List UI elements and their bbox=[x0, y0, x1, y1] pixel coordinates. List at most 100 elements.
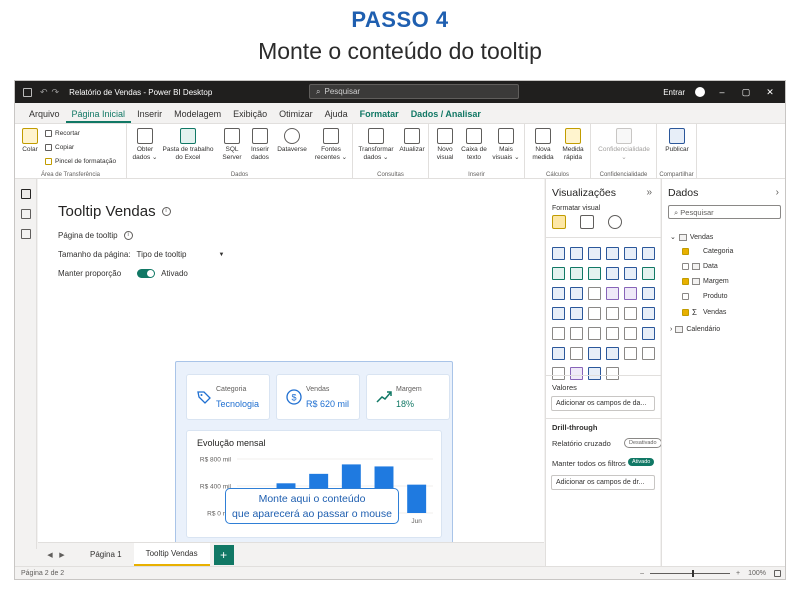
keep-filters-toggle[interactable]: Ativado bbox=[628, 458, 655, 466]
kpi-card-sales[interactable]: $ Vendas R$ 620 mil bbox=[276, 374, 360, 420]
menu-inserir[interactable]: Inserir bbox=[131, 109, 168, 123]
table-view-icon[interactable] bbox=[20, 209, 31, 219]
ribbon-chart-icon[interactable] bbox=[642, 267, 655, 280]
100-column-icon[interactable] bbox=[642, 247, 655, 260]
table-visual-icon[interactable] bbox=[606, 327, 619, 340]
treemap-icon[interactable] bbox=[642, 287, 655, 300]
kpi-card-category[interactable]: Categoria Tecnologia bbox=[186, 374, 270, 420]
tooltip-content-area[interactable]: Categoria Tecnologia $ Vendas R$ 620 mil… bbox=[175, 361, 453, 554]
field-categoria[interactable]: Categoria bbox=[682, 248, 733, 255]
clustered-bar-icon[interactable] bbox=[588, 247, 601, 260]
refresh-button[interactable]: Atualizar bbox=[397, 128, 427, 154]
sql-button[interactable]: SQL Server bbox=[219, 128, 245, 162]
zoom-out-icon[interactable]: – bbox=[640, 570, 644, 577]
field-produto[interactable]: Produto bbox=[682, 293, 728, 300]
page-size-dropdown[interactable]: Tipo de tooltip bbox=[137, 250, 187, 259]
more-visuals-chevron-icon[interactable] bbox=[588, 367, 601, 380]
decomposition-tree-icon[interactable] bbox=[588, 347, 601, 360]
field-margem[interactable]: Margem bbox=[682, 278, 729, 285]
gauge-icon[interactable] bbox=[624, 307, 637, 320]
collapse-icon[interactable]: » bbox=[646, 187, 652, 198]
table-vendas[interactable]: ⌄ Vendas bbox=[670, 233, 713, 241]
get-data-button[interactable]: Obter dados ⌄ bbox=[131, 128, 159, 162]
kpi-card-margin[interactable]: Margem 18% bbox=[366, 374, 450, 420]
map-icon[interactable] bbox=[552, 307, 565, 320]
stacked-column-icon[interactable] bbox=[570, 247, 583, 260]
copy-button[interactable]: Copiar bbox=[45, 144, 74, 151]
prev-page-icon[interactable]: ◀ bbox=[44, 551, 56, 559]
paginated-icon[interactable] bbox=[642, 347, 655, 360]
textbox-button[interactable]: Caixa de texto bbox=[459, 128, 489, 162]
line-clustered-icon[interactable] bbox=[624, 267, 637, 280]
menu-ajuda[interactable]: Ajuda bbox=[319, 109, 354, 123]
100-bar-icon[interactable] bbox=[624, 247, 637, 260]
smart-narrative-icon[interactable] bbox=[624, 347, 637, 360]
stacked-area-icon[interactable] bbox=[588, 267, 601, 280]
funnel-icon[interactable] bbox=[570, 287, 583, 300]
more-visuals-button[interactable]: Mais visuais ⌄ bbox=[491, 128, 521, 162]
clustered-column-icon[interactable] bbox=[606, 247, 619, 260]
field-vendas[interactable]: Σ Vendas bbox=[682, 308, 726, 317]
sensitivity-button[interactable]: Confidencialidade ⌄ bbox=[593, 128, 655, 162]
zoom-thumb[interactable] bbox=[692, 570, 694, 577]
field-data[interactable]: Data bbox=[682, 263, 718, 270]
checkbox-checked[interactable] bbox=[682, 309, 689, 316]
zoom-in-icon[interactable]: + bbox=[736, 570, 740, 577]
cut-button[interactable]: Recortar bbox=[45, 130, 80, 137]
donut-chart-icon[interactable] bbox=[624, 287, 637, 300]
build-visual-icon[interactable] bbox=[552, 215, 566, 229]
menu-pagina-inicial[interactable]: Página Inicial bbox=[65, 109, 132, 123]
analytics-icon[interactable] bbox=[608, 215, 622, 229]
drill-through-well[interactable]: Adicionar os campos de dr... bbox=[551, 475, 655, 490]
python-visual-icon[interactable] bbox=[552, 347, 565, 360]
menu-dados-analisar[interactable]: Dados / Analisar bbox=[405, 109, 487, 123]
menu-arquivo[interactable]: Arquivo bbox=[23, 109, 66, 123]
new-visual-button[interactable]: Novo visual bbox=[433, 128, 457, 162]
model-view-icon[interactable] bbox=[20, 229, 31, 239]
signin-link[interactable]: Entrar bbox=[663, 88, 685, 97]
redo-icon[interactable]: ↷ bbox=[52, 87, 60, 98]
line-chart-icon[interactable] bbox=[552, 267, 565, 280]
close-icon[interactable]: ✕ bbox=[763, 87, 777, 98]
menu-exibicao[interactable]: Exibição bbox=[227, 109, 273, 123]
chevron-right-icon[interactable]: › bbox=[776, 187, 779, 198]
area-chart-icon[interactable] bbox=[570, 267, 583, 280]
pie-chart-icon[interactable] bbox=[606, 287, 619, 300]
filled-map-icon[interactable] bbox=[570, 307, 583, 320]
checkbox-checked[interactable] bbox=[682, 278, 689, 285]
ellipsis-icon[interactable] bbox=[606, 367, 619, 380]
info-icon[interactable]: i bbox=[161, 207, 171, 216]
avatar[interactable] bbox=[695, 87, 705, 97]
key-influencers-icon[interactable] bbox=[570, 347, 583, 360]
r-visual-icon[interactable] bbox=[642, 327, 655, 340]
tab-pagina-1[interactable]: Página 1 bbox=[78, 544, 134, 565]
checkbox[interactable] bbox=[682, 293, 689, 300]
azure-map-icon[interactable] bbox=[606, 307, 619, 320]
dataverse-button[interactable]: Dataverse bbox=[275, 128, 309, 154]
scatter-icon[interactable] bbox=[588, 287, 601, 300]
waterfall-icon[interactable] bbox=[552, 287, 565, 300]
new-measure-button[interactable]: Nova medida bbox=[529, 128, 557, 162]
menu-otimizar[interactable]: Otimizar bbox=[273, 109, 319, 123]
menu-formatar[interactable]: Formatar bbox=[354, 109, 405, 123]
global-search[interactable]: ⌕ Pesquisar bbox=[309, 84, 519, 99]
keep-ratio-toggle[interactable] bbox=[137, 269, 156, 278]
save-icon[interactable] bbox=[23, 87, 32, 97]
power-apps-icon[interactable] bbox=[552, 367, 565, 380]
paste-button[interactable]: Colar bbox=[19, 128, 41, 154]
table-calendario[interactable]: › Calendário bbox=[670, 326, 720, 333]
power-automate-icon[interactable] bbox=[570, 367, 583, 380]
publish-button[interactable]: Publicar bbox=[661, 128, 693, 154]
transform-button[interactable]: Transformar dados ⌄ bbox=[357, 128, 395, 162]
stacked-bar-icon[interactable] bbox=[552, 247, 565, 260]
format-brush-icon[interactable] bbox=[580, 215, 594, 229]
fit-page-icon[interactable] bbox=[774, 570, 781, 577]
matrix-icon[interactable] bbox=[624, 327, 637, 340]
recent-sources-button[interactable]: Fontes recentes ⌄ bbox=[313, 128, 349, 162]
cross-report-toggle[interactable]: Desativado bbox=[624, 438, 662, 448]
qa-icon[interactable] bbox=[606, 347, 619, 360]
format-painter-button[interactable]: Pincel de formatação bbox=[45, 158, 116, 165]
zoom-slider[interactable] bbox=[650, 570, 730, 577]
checkbox-checked[interactable] bbox=[682, 248, 689, 255]
multirow-card-icon[interactable] bbox=[552, 327, 565, 340]
